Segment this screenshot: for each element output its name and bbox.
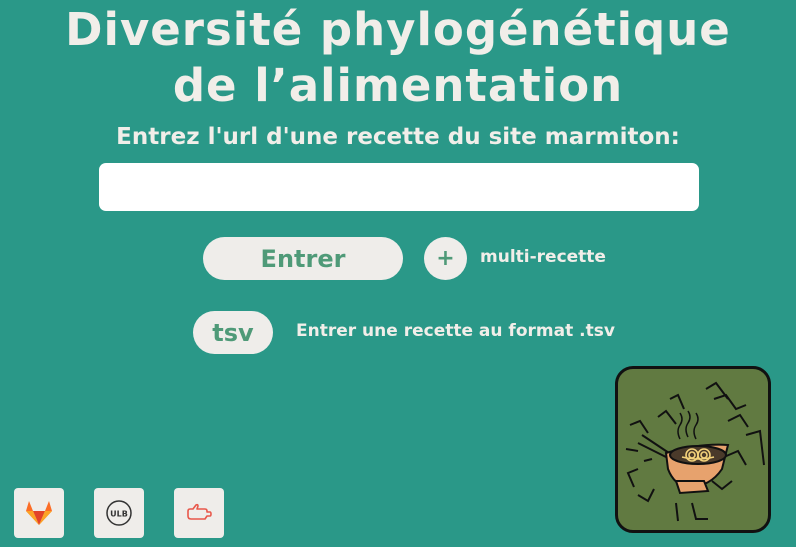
ulb-logo-text: ULB xyxy=(110,510,128,519)
app-logo xyxy=(615,366,771,533)
page-title: Diversité phylogénétique de l’alimentati… xyxy=(0,2,796,114)
add-recipe-button[interactable]: + xyxy=(424,237,467,280)
enter-button[interactable]: Entrer xyxy=(203,237,403,280)
title-line-1: Diversité phylogénétique xyxy=(65,3,731,56)
noodle-bowl-icon xyxy=(625,381,765,522)
url-input[interactable] xyxy=(99,163,699,211)
hand-pointer-icon xyxy=(187,503,212,520)
gitlab-link[interactable] xyxy=(14,488,64,538)
gitlab-icon xyxy=(26,501,52,525)
ulb-link[interactable]: ULB xyxy=(94,488,144,538)
tsv-button[interactable]: tsv xyxy=(193,311,273,354)
hand-link[interactable] xyxy=(174,488,224,538)
tsv-description: Entrer une recette au format .tsv xyxy=(296,321,615,341)
url-prompt: Entrez l'url d'une recette du site marmi… xyxy=(116,124,680,150)
multi-recipe-label: multi-recette xyxy=(480,247,606,267)
title-line-2: de l’alimentation xyxy=(172,59,624,112)
ulb-icon: ULB xyxy=(106,500,132,526)
